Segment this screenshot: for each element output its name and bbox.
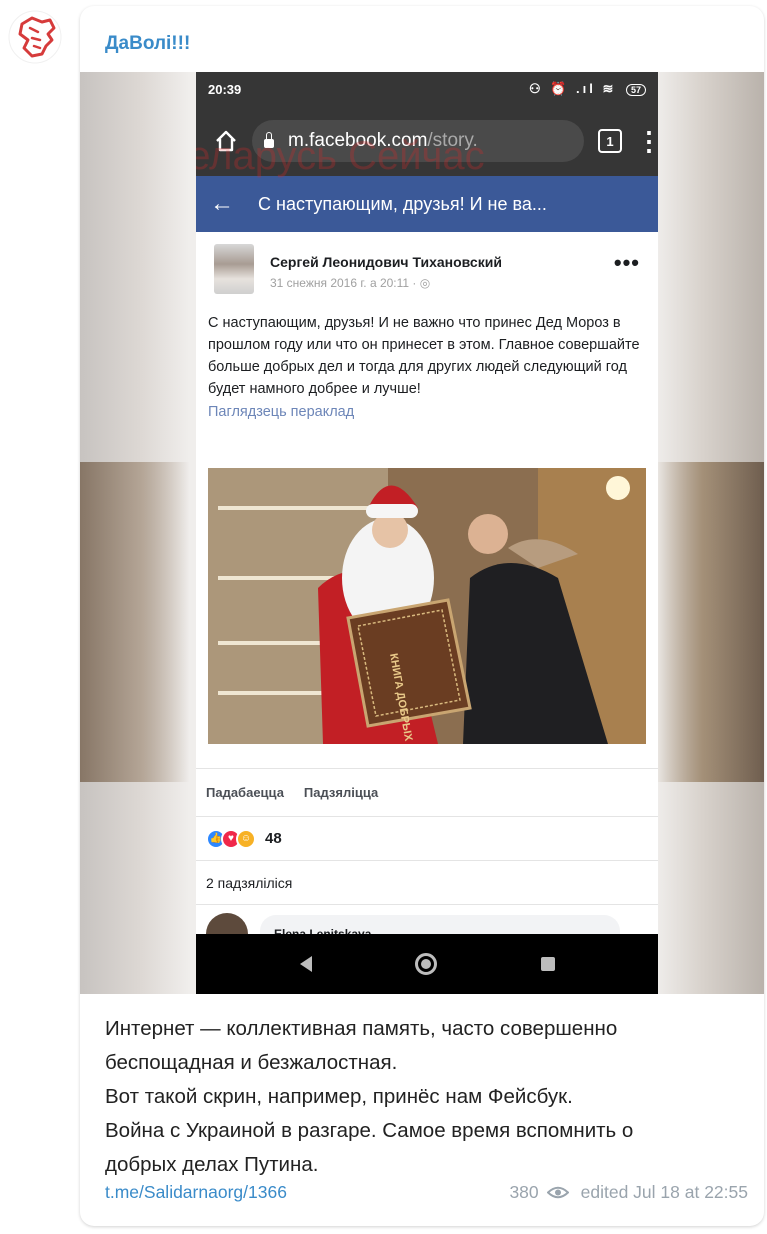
message-link[interactable]: t.me/Salidarnaorg/1366 bbox=[105, 1182, 287, 1203]
battery-icon: 57 bbox=[625, 84, 646, 96]
post-date: 31 снежня 2016 г. а 20:11 · ◎ bbox=[270, 276, 431, 290]
shares-text: 2 падзяліліся bbox=[206, 874, 293, 891]
url-path: /story. bbox=[427, 130, 478, 151]
like-button: Падабаецца bbox=[206, 785, 284, 800]
views-count: 380 bbox=[509, 1182, 539, 1202]
raised-fist-logo-icon bbox=[8, 10, 62, 64]
comment-preview: Elena Lenitskaya bbox=[196, 904, 658, 955]
facebook-header-title: С наступающим, друзья! И не ва... bbox=[258, 193, 547, 214]
phone-status-bar: 20:39 ⚇ ⏰ .ıl ≋ 57 bbox=[196, 72, 658, 106]
reactions-count: 48 bbox=[265, 830, 282, 847]
message-meta: 380 edited Jul 18 at 22:55 bbox=[509, 1182, 748, 1203]
caption-line: Война с Украиной в разгаре. Самое время … bbox=[105, 1119, 634, 1142]
browser-url-bar: m.facebook.com/story. 1 ⋮ Беларусь Сейча… bbox=[196, 106, 658, 178]
santa-and-man-photo: КНИГА ДОБРЫХ ДЕЛ bbox=[208, 468, 646, 744]
share-button: Падзяліцца bbox=[303, 785, 379, 800]
status-icons: ⚇ ⏰ .ıl ≋ 57 bbox=[529, 81, 646, 97]
signal-wifi-icons: ⚇ ⏰ .ıl ≋ bbox=[528, 81, 617, 96]
tabs-count-icon: 1 bbox=[598, 129, 622, 153]
post-actions: Падабаецца Падзяліцца bbox=[196, 768, 658, 816]
message-photo[interactable]: 20:39 ⚇ ⏰ .ıl ≋ 57 m.facebook.com/story.… bbox=[80, 72, 764, 994]
message-text: Интернет — коллективная память, часто со… bbox=[105, 1012, 755, 1182]
author-avatar bbox=[214, 244, 254, 294]
phone-screenshot: 20:39 ⚇ ⏰ .ıl ≋ 57 m.facebook.com/story.… bbox=[196, 72, 658, 994]
post-text: С наступающим, друзья! И не важно что пр… bbox=[208, 315, 640, 397]
post-photo: КНИГА ДОБРЫХ ДЕЛ bbox=[208, 468, 646, 744]
caption-line: добрых делах Путина. bbox=[105, 1153, 319, 1176]
translate-link: Паглядзець пераклад bbox=[208, 404, 355, 420]
android-nav-bar bbox=[196, 934, 658, 994]
caption-line: беспощадная и безжалостная. bbox=[105, 1051, 398, 1074]
more-options-icon: ••• bbox=[613, 250, 640, 275]
post-header: Сергей Леонидович Тихановский 31 снежня … bbox=[196, 232, 658, 302]
channel-avatar[interactable] bbox=[8, 10, 62, 64]
status-time: 20:39 bbox=[208, 81, 242, 97]
home-icon bbox=[206, 121, 246, 161]
channel-name[interactable]: ДаВолі!!! bbox=[105, 33, 190, 55]
message-card: ДаВолі!!! 20:39 ⚇ ⏰ .ıl ≋ 57 m.facebook.… bbox=[80, 6, 764, 1226]
facebook-header: ← С наступающим, друзья! И не ва... bbox=[196, 176, 658, 232]
lock-icon bbox=[264, 131, 274, 148]
edited-timestamp: edited Jul 18 at 22:55 bbox=[580, 1182, 748, 1202]
url-host: m.facebook.com bbox=[288, 130, 428, 151]
nav-recent-icon bbox=[540, 957, 555, 971]
url-field: m.facebook.com/story. bbox=[252, 120, 584, 162]
caption-line: Интернет — коллективная память, часто со… bbox=[105, 1017, 618, 1040]
haha-reaction-icon: ☺ bbox=[236, 828, 256, 849]
nav-back-icon bbox=[299, 956, 312, 972]
reactions-summary: 👍 ♥ ☺ 48 bbox=[196, 816, 658, 860]
back-arrow-icon: ← bbox=[210, 190, 234, 217]
post-author: Сергей Леонидович Тихановский bbox=[270, 254, 502, 270]
menu-kebab-icon: ⋮ bbox=[636, 126, 658, 156]
caption-line: Вот такой скрин, например, принёс нам Фе… bbox=[105, 1085, 573, 1108]
nav-home-icon bbox=[415, 953, 437, 975]
shares-row: 2 падзяліліся bbox=[196, 860, 658, 904]
eye-icon bbox=[546, 1186, 569, 1199]
